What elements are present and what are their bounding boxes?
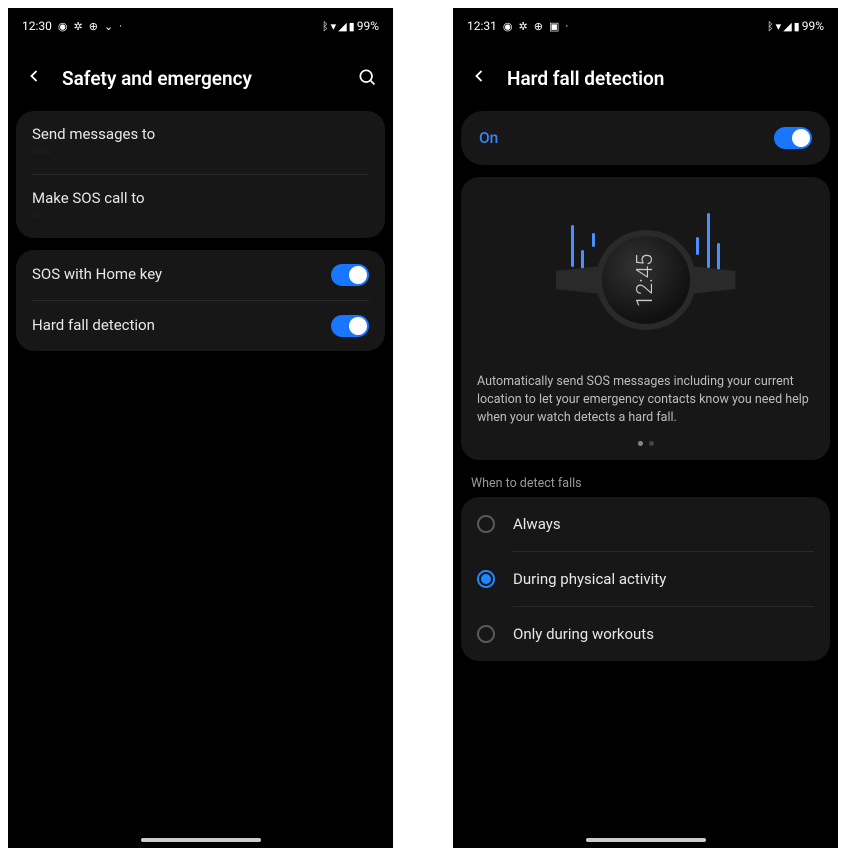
wave-icon bbox=[592, 233, 595, 247]
radio-option-physical-activity[interactable]: During physical activity bbox=[461, 552, 830, 606]
illustration-card[interactable]: 12:45 Automatically send SOS messages in… bbox=[461, 177, 830, 460]
description-text: Automatically send SOS messages includin… bbox=[477, 373, 814, 427]
back-icon[interactable] bbox=[469, 66, 489, 91]
screen-safety-emergency: 12:30 ◉ ✲ ⊕ ⌄ · ᛒ ▾ ◢ ▮ 99% Safety and e… bbox=[8, 8, 393, 848]
sos-call-label: Make SOS call to bbox=[32, 189, 369, 207]
page-title: Safety and emergency bbox=[62, 67, 339, 90]
slack-icon: ✲ bbox=[519, 20, 528, 33]
sos-call-item[interactable]: Make SOS call to ··· bbox=[16, 175, 385, 238]
screenshot-icon: ▣ bbox=[549, 20, 559, 33]
bluetooth-icon: ᛒ bbox=[767, 20, 774, 33]
wave-icon bbox=[581, 250, 584, 270]
master-toggle-item[interactable]: On bbox=[461, 111, 830, 165]
signal-icon: ◢ bbox=[783, 20, 791, 33]
sos-call-value: ··· bbox=[32, 209, 369, 224]
wifi-icon: ▾ bbox=[776, 20, 782, 33]
bluetooth-icon: ᛒ bbox=[322, 20, 329, 33]
page-indicator[interactable] bbox=[477, 441, 814, 446]
radio-option-workouts[interactable]: Only during workouts bbox=[461, 607, 830, 661]
radio-label: During physical activity bbox=[513, 570, 666, 588]
status-time: 12:31 bbox=[467, 19, 497, 33]
page-title: Hard fall detection bbox=[507, 67, 822, 90]
dot-icon: · bbox=[565, 20, 568, 33]
wave-icon bbox=[696, 237, 699, 255]
header: Hard fall detection bbox=[453, 38, 838, 111]
status-time: 12:30 bbox=[22, 19, 52, 33]
radio-label: Only during workouts bbox=[513, 625, 654, 643]
search-icon[interactable] bbox=[357, 67, 377, 91]
radio-label: Always bbox=[513, 515, 561, 533]
watch-time: 12:45 bbox=[633, 253, 658, 306]
battery-text: 99% bbox=[357, 19, 379, 33]
battery-icon: ▮ bbox=[794, 20, 800, 33]
slack-icon: ✲ bbox=[74, 20, 83, 33]
master-toggle[interactable] bbox=[774, 127, 812, 149]
status-bar: 12:31 ◉ ✲ ⊕ ▣ · ᛒ ▾ ◢ ▮ 99% bbox=[453, 14, 838, 38]
whatsapp-icon: ◉ bbox=[503, 20, 513, 33]
radio-icon bbox=[477, 570, 495, 588]
fall-detection-item[interactable]: Hard fall detection bbox=[16, 301, 385, 351]
battery-text: 99% bbox=[802, 19, 824, 33]
dot-icon: · bbox=[119, 20, 122, 33]
whatsapp-icon: ◉ bbox=[58, 20, 68, 33]
signal-icon: ◢ bbox=[338, 20, 346, 33]
radio-option-always[interactable]: Always bbox=[461, 497, 830, 551]
send-messages-value: ······ bbox=[32, 145, 369, 160]
status-bar: 12:30 ◉ ✲ ⊕ ⌄ · ᛒ ▾ ◢ ▮ 99% bbox=[8, 14, 393, 38]
sos-home-key-item[interactable]: SOS with Home key bbox=[16, 250, 385, 300]
battery-icon: ▮ bbox=[349, 20, 355, 33]
sos-home-toggle[interactable] bbox=[331, 264, 369, 286]
nav-indicator[interactable] bbox=[586, 838, 706, 842]
radio-icon bbox=[477, 515, 495, 533]
header: Safety and emergency bbox=[8, 38, 393, 111]
screen-fall-detection: 12:31 ◉ ✲ ⊕ ▣ · ᛒ ▾ ◢ ▮ 99% Hard fall de… bbox=[453, 8, 838, 848]
dot-icon bbox=[649, 441, 654, 446]
fall-label: Hard fall detection bbox=[32, 316, 155, 334]
radio-icon bbox=[477, 625, 495, 643]
more-icon: ⌄ bbox=[104, 20, 113, 33]
app-icon: ⊕ bbox=[89, 20, 98, 33]
wifi-icon: ▾ bbox=[331, 20, 337, 33]
app-icon: ⊕ bbox=[534, 20, 543, 33]
wave-icon bbox=[707, 213, 710, 268]
watch-face-icon: 12:45 bbox=[596, 230, 696, 330]
wave-icon bbox=[717, 243, 720, 271]
radio-group-when: Always During physical activity Only dur… bbox=[461, 497, 830, 661]
master-toggle-card: On bbox=[461, 111, 830, 165]
contacts-card: Send messages to ······ Make SOS call to… bbox=[16, 111, 385, 238]
send-messages-label: Send messages to bbox=[32, 125, 369, 143]
sos-home-label: SOS with Home key bbox=[32, 265, 162, 283]
dot-icon bbox=[638, 441, 643, 446]
fall-toggle[interactable] bbox=[331, 315, 369, 337]
section-subheader: When to detect falls bbox=[453, 472, 838, 497]
send-messages-item[interactable]: Send messages to ······ bbox=[16, 111, 385, 174]
nav-indicator[interactable] bbox=[141, 838, 261, 842]
master-label: On bbox=[479, 129, 498, 147]
wave-icon bbox=[571, 225, 574, 267]
toggles-card: SOS with Home key Hard fall detection bbox=[16, 250, 385, 351]
watch-illustration: 12:45 bbox=[477, 195, 814, 365]
back-icon[interactable] bbox=[24, 66, 44, 91]
